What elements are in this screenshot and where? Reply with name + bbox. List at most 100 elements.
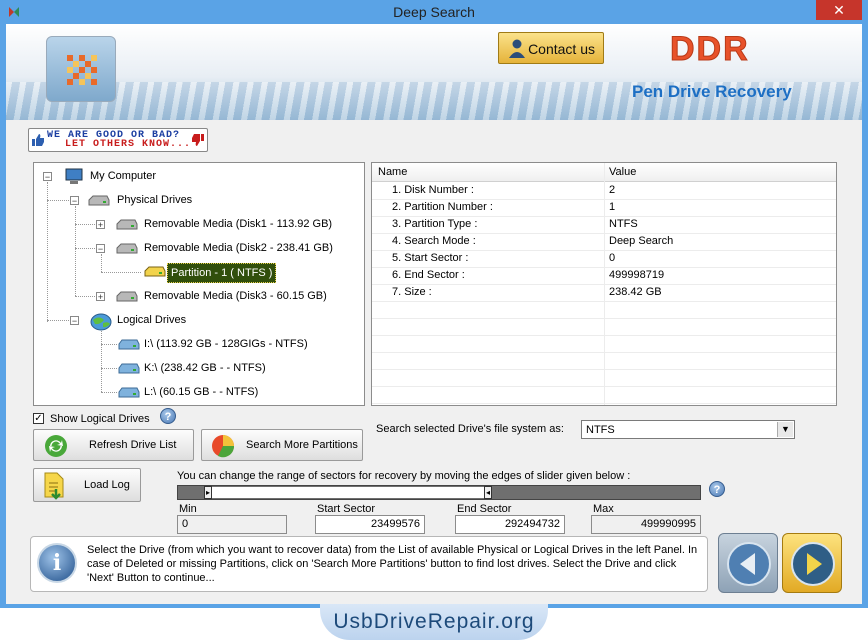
slider-start-handle[interactable]: ▸ — [204, 486, 212, 499]
title-bar[interactable]: Deep Search ✕ — [0, 0, 868, 24]
file-system-label: Search selected Drive's file system as: — [376, 423, 564, 435]
property-value: 2 — [609, 184, 616, 196]
computer-icon — [65, 168, 83, 184]
property-name: 3. Partition Type : — [392, 218, 478, 230]
table-row[interactable]: 5. Start Sector : 0 — [372, 250, 836, 268]
tree-node-physical-drives[interactable]: Physical Drives — [117, 194, 192, 206]
tree-connector — [47, 182, 48, 322]
contact-us-button[interactable]: Contact us — [498, 32, 604, 64]
hard-drive-icon — [116, 243, 138, 254]
properties-list[interactable]: Name Value 1. Disk Number : 2 2. Partition… — [371, 162, 837, 406]
table-row[interactable]: 4. Search Mode : Deep Search — [372, 233, 836, 251]
tree-expander-disk2[interactable]: − — [96, 244, 105, 254]
tree-node-drive-l[interactable]: L:\ (60.15 GB - - NTFS) — [144, 386, 258, 398]
tree-expander-logical[interactable]: − — [70, 316, 79, 326]
refresh-drive-list-button[interactable]: Refresh Drive List — [33, 429, 194, 461]
end-sector-field[interactable]: 292494732 — [455, 515, 565, 534]
brand-logo: DDR — [670, 30, 750, 69]
tree-node-partition-1[interactable]: Partition - 1 ( NTFS ) — [167, 263, 277, 283]
property-name: 2. Partition Number : — [392, 201, 493, 213]
tree-node-drive-k[interactable]: K:\ (238.42 GB - - NTFS) — [144, 362, 266, 374]
start-sector-label: Start Sector — [317, 503, 376, 515]
info-icon: i — [37, 543, 77, 583]
header-banner: Contact us DDR Pen Drive Recovery — [6, 24, 862, 120]
person-icon — [509, 39, 525, 58]
property-value: NTFS — [609, 218, 638, 230]
table-row[interactable] — [372, 352, 836, 370]
tree-expander-physical[interactable]: − — [70, 196, 79, 206]
search-more-partitions-button[interactable]: Search More Partitions — [201, 429, 363, 461]
load-log-button[interactable]: Load Log — [33, 468, 141, 502]
info-panel: i Select the Drive (from which you want … — [30, 536, 708, 592]
table-row[interactable] — [372, 318, 836, 336]
footer-site: UsbDriveRepair.org — [333, 610, 535, 633]
slider-end-handle[interactable]: ◂ — [484, 486, 492, 499]
property-value: 499998719 — [609, 269, 665, 281]
drive-icon — [118, 387, 140, 398]
tree-connector — [75, 296, 97, 297]
property-value: 238.42 GB — [609, 286, 662, 298]
refresh-icon — [45, 435, 67, 457]
tree-connector — [101, 344, 117, 345]
tree-node-logical-drives[interactable]: Logical Drives — [117, 314, 186, 326]
arrow-left-icon — [727, 542, 771, 586]
tree-connector — [47, 320, 69, 321]
drive-tree[interactable]: − My Computer − Physical Drives + Remova… — [33, 162, 365, 406]
property-name: 1. Disk Number : — [392, 184, 474, 196]
table-row[interactable] — [372, 369, 836, 387]
table-row[interactable] — [372, 386, 836, 404]
help-icon[interactable]: ? — [709, 481, 725, 497]
arrow-right-icon — [791, 542, 835, 586]
tree-node-disk2[interactable]: Removable Media (Disk2 - 238.41 GB) — [144, 242, 333, 254]
property-name: 7. Size : — [392, 286, 432, 298]
help-icon[interactable]: ? — [160, 408, 176, 424]
max-label: Max — [593, 503, 614, 515]
table-row[interactable]: 2. Partition Number : 1 — [372, 199, 836, 217]
table-row[interactable]: 6. End Sector : 499998719 — [372, 267, 836, 285]
globe-icon — [90, 313, 112, 331]
tree-expander-disk3[interactable]: + — [96, 292, 105, 302]
next-button[interactable] — [782, 533, 842, 593]
footer-watermark: UsbDriveRepair.org — [320, 604, 548, 640]
property-value: 1 — [609, 201, 616, 213]
window-title: Deep Search — [393, 4, 475, 20]
feedback-banner[interactable]: WE ARE GOOD OR BAD? LET OTHERS KNOW... — [28, 128, 208, 152]
table-row[interactable] — [372, 335, 836, 353]
close-button[interactable]: ✕ — [816, 0, 862, 20]
tree-connector — [101, 272, 141, 273]
column-header-value[interactable]: Value — [609, 166, 636, 178]
table-row[interactable]: 7. Size : 238.42 GB — [372, 284, 836, 302]
table-row[interactable]: 1. Disk Number : 2 — [372, 182, 836, 200]
drive-icon — [118, 339, 140, 350]
sector-range-hint: You can change the range of sectors for … — [177, 470, 631, 482]
min-sector-field: 0 — [177, 515, 287, 534]
tree-expander-my-computer[interactable]: − — [43, 172, 52, 182]
tree-connector — [47, 200, 69, 201]
thumbs-up-icon — [32, 134, 44, 146]
app-logo — [46, 36, 116, 102]
show-logical-drives-checkbox[interactable]: ✓ — [33, 413, 44, 424]
tree-connector — [101, 254, 102, 272]
start-sector-field[interactable]: 23499576 — [315, 515, 425, 534]
chip-icon — [67, 55, 97, 85]
tree-node-my-computer[interactable]: My Computer — [90, 170, 156, 182]
tree-connector — [75, 248, 97, 249]
show-logical-drives-label: Show Logical Drives — [50, 413, 150, 425]
property-name: 6. End Sector : — [392, 269, 465, 281]
property-value: Deep Search — [609, 235, 674, 247]
column-header-name[interactable]: Name — [378, 166, 407, 178]
end-sector-label: End Sector — [457, 503, 512, 515]
chevron-down-icon[interactable]: ▼ — [777, 422, 793, 437]
tree-node-disk1[interactable]: Removable Media (Disk1 - 113.92 GB) — [144, 218, 332, 230]
tree-connector — [101, 392, 117, 393]
file-system-select[interactable]: NTFS ▼ — [581, 420, 795, 439]
table-row[interactable]: 3. Partition Type : NTFS — [372, 216, 836, 234]
table-row[interactable] — [372, 301, 836, 319]
tree-connector — [75, 206, 76, 296]
drive-icon — [118, 363, 140, 374]
tree-node-drive-i[interactable]: I:\ (113.92 GB - 128GIGs - NTFS) — [144, 338, 308, 350]
tree-node-disk3[interactable]: Removable Media (Disk3 - 60.15 GB) — [144, 290, 327, 302]
sector-range-slider[interactable]: ▸ ◂ — [177, 485, 701, 500]
tree-expander-disk1[interactable]: + — [96, 220, 105, 230]
back-button[interactable] — [718, 533, 778, 593]
